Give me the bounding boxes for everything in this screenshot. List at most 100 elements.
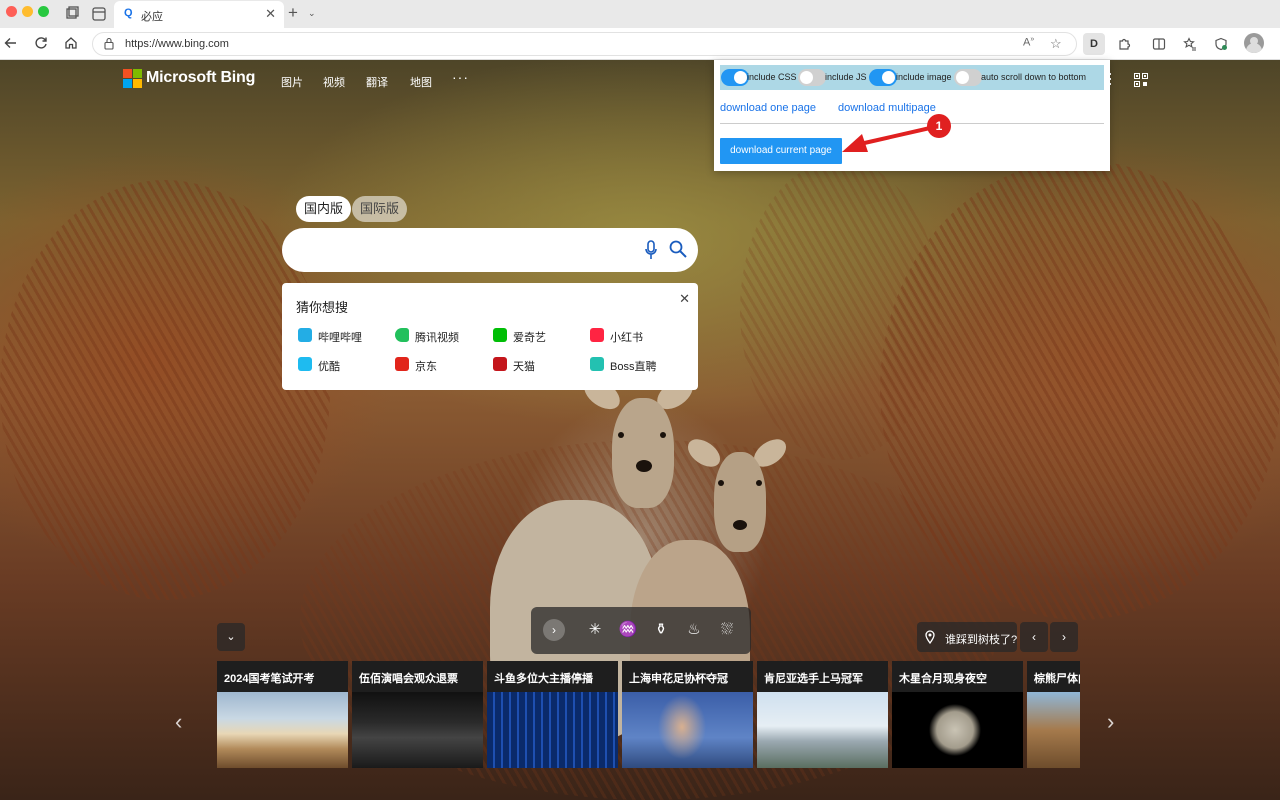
workspaces-icon[interactable] [64, 6, 80, 22]
news-card-title: 肯尼亚选手上马冠军 [757, 661, 888, 692]
collapse-chevron-icon[interactable]: ⌄ [217, 623, 245, 651]
microphone-icon[interactable] [645, 240, 657, 260]
search-input[interactable] [282, 228, 698, 272]
jd-icon [395, 357, 409, 371]
nav-more-icon[interactable]: ··· [452, 69, 469, 85]
news-card[interactable]: 肯尼亚选手上马冠军 [757, 661, 888, 768]
vase-icon[interactable]: ⚱ [650, 619, 672, 641]
include-css-label: include CSS [747, 72, 797, 82]
browser-essentials-icon[interactable] [1214, 37, 1228, 51]
card-image [352, 692, 483, 768]
iqiyi-icon [493, 328, 507, 342]
bing-favicon-icon: Q [124, 7, 133, 19]
zoom-window-button[interactable] [38, 6, 49, 17]
pattern-icon[interactable]: ⛆ [716, 619, 738, 641]
previous-image-button[interactable]: ‹ [1020, 622, 1048, 652]
news-card-title: 上海申花足协杯夺冠 [622, 661, 753, 692]
home-icon[interactable] [64, 36, 78, 50]
international-version-tab[interactable]: 国际版 [352, 196, 408, 222]
include-css-toggle[interactable] [721, 69, 749, 86]
tmall-icon [493, 357, 507, 371]
news-card-title: 木星合月现身夜空 [892, 661, 1023, 692]
close-window-button[interactable] [6, 6, 17, 17]
news-card[interactable]: 2024国考笔试开考 [217, 661, 348, 768]
profile-avatar[interactable] [1244, 33, 1264, 53]
news-card-title: 棕熊尸体内 [1027, 661, 1080, 692]
suggestions-title: 猜你想搜 [296, 300, 349, 315]
news-card[interactable]: 棕熊尸体内 [1027, 661, 1080, 768]
weather-snow-icon[interactable]: ✳ [584, 619, 606, 641]
nav-images[interactable]: 图片 [281, 74, 303, 90]
tab-download-one-page[interactable]: download one page [720, 102, 816, 114]
news-card[interactable]: 伍佰演唱会观众退票 [352, 661, 483, 768]
image-info-text: 谁踩到树枝了? [945, 634, 1018, 646]
minimize-window-button[interactable] [22, 6, 33, 17]
cards-prev-arrow-icon[interactable]: ‹ [175, 709, 182, 735]
tab-bing[interactable]: Q 必应 ✕ [114, 1, 284, 28]
options-bar: include CSS include JS include image aut… [720, 65, 1104, 90]
tab-list-chevron-icon[interactable]: ⌄ [308, 8, 316, 19]
close-icon[interactable]: ✕ [679, 291, 690, 307]
card-image [892, 692, 1023, 768]
reload-icon[interactable] [34, 36, 48, 50]
tab-close-icon[interactable]: ✕ [265, 6, 276, 22]
include-js-label: include JS [825, 72, 867, 82]
extension-d-icon[interactable]: D [1083, 33, 1105, 55]
extensions-puzzle-icon[interactable] [1117, 37, 1131, 51]
url-text: https://www.bing.com [125, 38, 229, 50]
news-card[interactable]: 木星合月现身夜空 [892, 661, 1023, 768]
lock-icon[interactable] [104, 37, 114, 50]
split-screen-icon[interactable] [1152, 37, 1166, 51]
tab-download-multipage[interactable]: download multipage [838, 102, 936, 114]
auto-scroll-label: auto scroll down to bottom [981, 72, 1087, 82]
card-image [1027, 692, 1080, 768]
card-image [622, 692, 753, 768]
download-current-page-button[interactable]: download current page [720, 138, 842, 164]
next-tools-icon[interactable]: › [543, 619, 565, 641]
cards-next-arrow-icon[interactable]: › [1107, 709, 1114, 735]
location-pin-icon [925, 630, 935, 644]
nav-videos[interactable]: 视频 [323, 74, 345, 90]
news-card-title: 伍佰演唱会观众退票 [352, 661, 483, 692]
news-card-title: 2024国考笔试开考 [217, 661, 348, 692]
include-image-toggle[interactable] [869, 69, 897, 86]
flame-icon[interactable]: ♨ [683, 619, 705, 641]
favorites-icon[interactable] [1183, 37, 1197, 51]
auto-scroll-toggle[interactable] [954, 69, 982, 86]
url-input[interactable]: https://www.bing.com A» ☆ [92, 32, 1077, 56]
search-icon[interactable] [669, 240, 687, 258]
rewards-icon[interactable]: ♒ [617, 619, 639, 641]
suggestions-panel: 猜你想搜 ✕ 哔哩哔哩 腾讯视频 爱奇艺 小红书 优酷 京东 天猫 Boss直聘 [282, 283, 698, 390]
tencent-video-icon [395, 328, 409, 342]
news-card[interactable]: 斗鱼多位大主播停播 [487, 661, 618, 768]
quick-tools-bar: › ✳ ♒ ⚱ ♨ ⛆ [531, 607, 751, 654]
tab-actions-icon[interactable] [91, 6, 107, 22]
news-card-title: 斗鱼多位大主播停播 [487, 661, 618, 692]
next-image-button[interactable]: › [1050, 622, 1078, 652]
news-card[interactable]: 上海申花足协杯夺冠 [622, 661, 753, 768]
tab-bar: Q 必应 ✕ + ⌄ [0, 0, 1280, 28]
include-js-toggle[interactable] [798, 69, 826, 86]
qr-code-icon[interactable] [1134, 73, 1148, 87]
youku-icon [298, 357, 312, 371]
card-image [217, 692, 348, 768]
nav-translate[interactable]: 翻译 [366, 74, 388, 90]
read-aloud-icon[interactable]: A» [1023, 36, 1034, 49]
boss-zhipin-icon [590, 357, 604, 371]
card-image [757, 692, 888, 768]
back-arrow-icon[interactable] [4, 36, 18, 50]
bilibili-icon [298, 328, 312, 342]
domestic-version-tab[interactable]: 国内版 [296, 196, 352, 222]
image-info-button[interactable]: 谁踩到树枝了? [917, 622, 1017, 652]
address-bar: https://www.bing.com A» ☆ D [0, 28, 1280, 60]
callout-arrow-icon [842, 126, 931, 152]
xiaohongshu-icon [590, 328, 604, 342]
card-image [487, 692, 618, 768]
tab-title: 必应 [141, 11, 163, 23]
nav-maps[interactable]: 地图 [410, 74, 432, 90]
callout-number-badge: 1 [927, 114, 951, 138]
new-tab-button[interactable]: + [288, 3, 298, 23]
favorite-star-icon[interactable]: ☆ [1050, 36, 1062, 52]
bing-logo-text[interactable]: Microsoft Bing [146, 69, 255, 87]
microsoft-logo-icon[interactable] [123, 69, 143, 89]
